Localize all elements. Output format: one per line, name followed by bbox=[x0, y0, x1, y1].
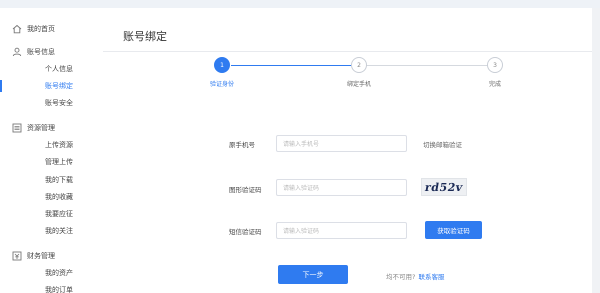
user-icon bbox=[12, 47, 22, 57]
money-icon bbox=[12, 251, 22, 261]
sidebar-item-orders[interactable]: 我的订单 bbox=[0, 284, 103, 293]
top-bar bbox=[0, 0, 600, 8]
switch-email-link[interactable]: 切换邮箱验证 bbox=[423, 139, 462, 149]
sidebar-item-profile[interactable]: 个人信息 bbox=[0, 63, 103, 75]
sidebar-item-account-binding[interactable]: 账号绑定 bbox=[0, 80, 103, 92]
sidebar-item-manage-uploads[interactable]: 管理上传 bbox=[0, 156, 103, 168]
sidebar-group-account[interactable]: 账号信息 bbox=[12, 46, 55, 58]
step-1-circle: 1 bbox=[214, 57, 230, 73]
title-divider bbox=[103, 51, 600, 52]
contact-support-link[interactable]: 联系客服 bbox=[418, 273, 444, 281]
sidebar-group-label: 账号信息 bbox=[27, 48, 55, 56]
page-title: 账号绑定 bbox=[123, 30, 167, 43]
sidebar-group-finance[interactable]: 财务管理 bbox=[12, 250, 55, 262]
sidebar-item-assets[interactable]: 我的资产 bbox=[0, 267, 103, 279]
get-code-button[interactable]: 获取验证码 bbox=[425, 221, 482, 239]
phone-input[interactable]: 请输入手机号 bbox=[276, 135, 407, 152]
sidebar: 我的首页 账号信息 个人信息 账号绑定 账号安全 资源管理 上传资源 管理上传 … bbox=[0, 8, 103, 293]
step-2-label: 绑定手机 bbox=[346, 81, 372, 88]
home-icon bbox=[12, 24, 22, 34]
sidebar-item-account-security[interactable]: 账号安全 bbox=[0, 97, 103, 109]
sidebar-item-home[interactable]: 我的首页 bbox=[12, 23, 55, 35]
scrollbar[interactable] bbox=[592, 8, 600, 293]
step-progress-line bbox=[231, 65, 351, 66]
sidebar-item-upload[interactable]: 上传资源 bbox=[0, 139, 103, 151]
captcha-image[interactable]: rd52v bbox=[421, 178, 467, 196]
sidebar-item-following[interactable]: 我的关注 bbox=[0, 225, 103, 237]
step-1-label: 验证身份 bbox=[209, 81, 235, 88]
sidebar-group-label: 资源管理 bbox=[27, 124, 55, 132]
list-icon bbox=[12, 123, 22, 133]
step-2-circle: 2 bbox=[351, 57, 367, 73]
captcha-text: rd52v bbox=[424, 180, 464, 194]
sidebar-group-resources[interactable]: 资源管理 bbox=[12, 122, 55, 134]
captcha-input[interactable]: 请输入验证码 bbox=[276, 179, 407, 196]
next-step-button[interactable]: 下一步 bbox=[278, 265, 348, 284]
sidebar-item-apply[interactable]: 我要应征 bbox=[0, 208, 103, 220]
help-question: 均不可用? bbox=[386, 273, 416, 281]
main-panel: 账号绑定 1 2 3 验证身份 绑定手机 完成 原手机号 请输入手机号 切换邮箱… bbox=[103, 8, 600, 293]
step-line-2 bbox=[351, 65, 491, 66]
page: 我的首页 账号信息 个人信息 账号绑定 账号安全 资源管理 上传资源 管理上传 … bbox=[0, 0, 600, 293]
step-3-circle: 3 bbox=[487, 57, 503, 73]
sidebar-group-label: 财务管理 bbox=[27, 252, 55, 260]
sidebar-item-label: 我的首页 bbox=[27, 25, 55, 33]
sidebar-item-favorites[interactable]: 我的收藏 bbox=[0, 191, 103, 203]
sidebar-item-downloads[interactable]: 我的下载 bbox=[0, 174, 103, 186]
help-text: 均不可用? 联系客服 bbox=[386, 271, 444, 281]
step-3-label: 完成 bbox=[488, 81, 502, 88]
sms-code-input[interactable]: 请输入验证码 bbox=[276, 222, 407, 239]
